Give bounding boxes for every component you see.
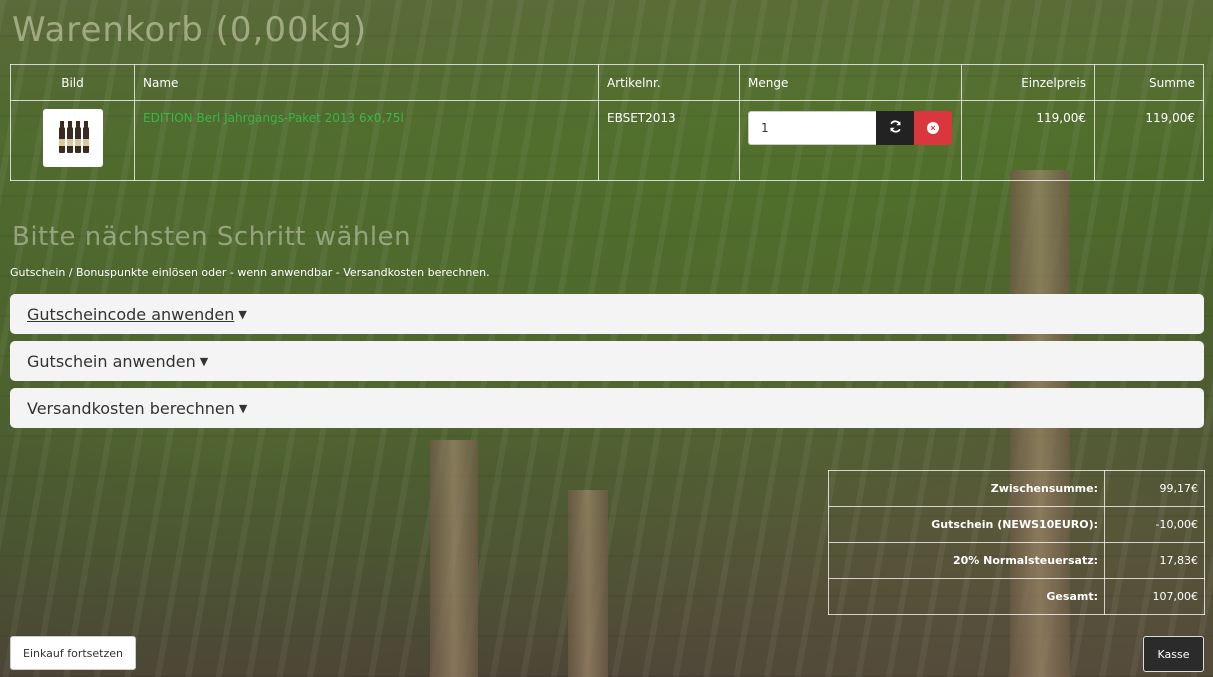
continue-shopping-button[interactable]: Einkauf fortsetzen (10, 636, 136, 670)
caret-down-icon: ▼ (238, 307, 247, 321)
background-trunk (568, 490, 608, 677)
totals-row: 20% Normalsteuersatz: 17,83€ (828, 542, 1205, 579)
column-header-image: Bild (10, 64, 135, 101)
wine-bottles-image[interactable] (42, 109, 103, 167)
accordion-voucher[interactable]: Gutschein anwenden ▼ (10, 341, 1204, 381)
checkout-button[interactable]: Kasse (1143, 636, 1204, 672)
accordion-coupon-code[interactable]: Gutscheincode anwenden ▼ (10, 294, 1204, 334)
column-header-qty: Menge (739, 64, 962, 101)
coupon-value: -10,00€ (1104, 506, 1205, 543)
next-step-heading: Bitte nächsten Schritt wählen (12, 222, 412, 252)
column-header-sum: Summe (1094, 64, 1204, 101)
tax-label: 20% Normalsteuersatz: (828, 542, 1105, 579)
product-sku: EBSET2013 (598, 100, 740, 181)
accordion-label: Versandkosten berechnen (27, 398, 235, 418)
total-label: Gesamt: (828, 578, 1105, 615)
accordion-shipping[interactable]: Versandkosten berechnen ▼ (10, 388, 1204, 428)
table-row: EDITION Berl Jahrgangs-Paket 2013 6x0,75… (10, 100, 1204, 181)
background-trunk (430, 440, 478, 677)
totals-row: Gesamt: 107,00€ (828, 578, 1205, 615)
subtotal-value: 99,17€ (1104, 470, 1205, 507)
column-header-sku: Artikelnr. (598, 64, 740, 101)
next-step-description: Gutschein / Bonuspunkte einlösen oder - … (10, 266, 490, 279)
line-sum: 119,00€ (1094, 100, 1204, 181)
product-name-cell: EDITION Berl Jahrgangs-Paket 2013 6x0,75… (134, 100, 599, 181)
product-link[interactable]: EDITION Berl Jahrgangs-Paket 2013 6x0,75… (143, 111, 404, 125)
totals-row: Zwischensumme: 99,17€ (828, 470, 1205, 507)
column-header-name: Name (134, 64, 599, 101)
quantity-input[interactable] (748, 111, 876, 145)
cart-title: Warenkorb (0,00kg) (12, 10, 368, 50)
total-value: 107,00€ (1104, 578, 1205, 615)
coupon-label: Gutschein (NEWS10EURO): (828, 506, 1105, 543)
refresh-icon (889, 120, 902, 136)
product-image-cell (10, 100, 135, 181)
caret-down-icon: ▼ (199, 354, 209, 368)
subtotal-label: Zwischensumme: (828, 470, 1105, 507)
accordion-label: Gutschein anwenden (27, 351, 196, 371)
remove-item-button[interactable]: × (914, 111, 952, 145)
cart-header-row: Bild Name Artikelnr. Menge Einzelpreis S… (10, 64, 1204, 101)
close-icon: × (927, 122, 939, 134)
unit-price: 119,00€ (961, 100, 1095, 181)
accordion-label: Gutscheincode anwenden (27, 304, 235, 324)
column-header-unit-price: Einzelpreis (961, 64, 1095, 101)
caret-down-icon: ▼ (238, 401, 248, 415)
quantity-group: × (748, 111, 953, 145)
totals-table: Zwischensumme: 99,17€ Gutschein (NEWS10E… (828, 470, 1205, 615)
quantity-cell: × (739, 100, 962, 181)
update-quantity-button[interactable] (876, 111, 914, 145)
tax-value: 17,83€ (1104, 542, 1205, 579)
cart-table: Bild Name Artikelnr. Menge Einzelpreis S… (10, 64, 1204, 181)
totals-row: Gutschein (NEWS10EURO): -10,00€ (828, 506, 1205, 543)
